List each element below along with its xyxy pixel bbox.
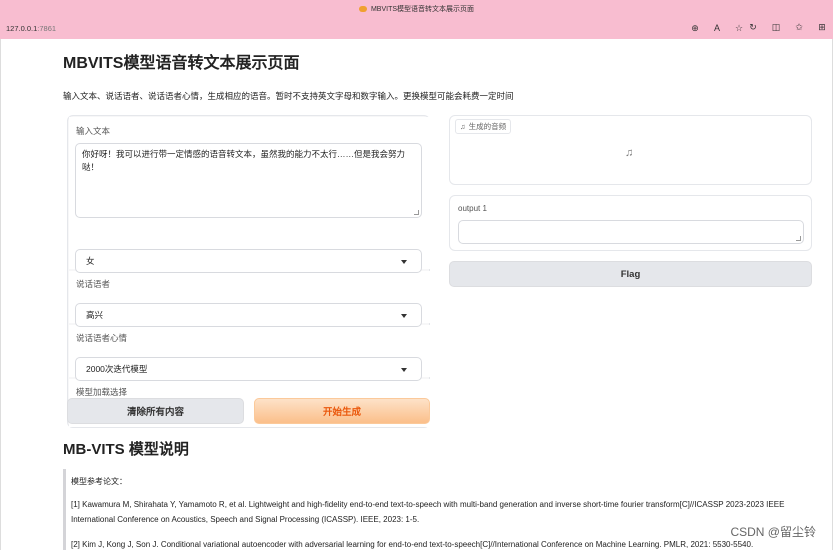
docs-heading: MB-VITS 模型说明 [63, 441, 189, 458]
model-select[interactable]: 2000次迭代模型 [75, 357, 422, 381]
browser-title-bar: MBVITS模型语音转文本展示页面 [0, 0, 833, 17]
generate-button[interactable]: 开始生成 [254, 398, 430, 424]
clear-all-button[interactable]: 清除所有内容 [67, 398, 244, 424]
favorite-star-icon[interactable]: ☆ [732, 21, 746, 35]
references-block: 模型参考论文： [1] Kawamura M, Shirahata Y, Yam… [63, 469, 823, 550]
browser-toolbar: ↻ ◫ ✩ ⊞ [746, 20, 829, 34]
text-input-field[interactable]: 你好呀！我可以进行带一定情感的语音转文本，虽然我的能力不太行……但是我会努力哒！ [75, 143, 422, 218]
model-select-value: 2000次迭代模型 [86, 364, 148, 374]
split-screen-icon[interactable]: ◫ [769, 20, 783, 34]
page-favicon-icon [358, 5, 367, 12]
model-label: 模型加载选择 [76, 387, 128, 397]
mood-label: 说话语者心情 [76, 333, 128, 343]
watermark: CSDN @留尘铃 [730, 525, 816, 539]
chevron-down-icon [401, 260, 407, 264]
resize-handle-icon[interactable] [796, 236, 801, 241]
read-aloud-icon[interactable]: A [710, 21, 724, 35]
speaker-select-value: 女 [86, 256, 95, 266]
mood-select-value: 高兴 [86, 310, 104, 320]
text-output-panel: output 1 [449, 195, 812, 251]
audio-output-label: ♫ 生成的音频 [455, 119, 512, 134]
collections-icon[interactable]: ⊞ [815, 20, 829, 34]
reference-1-line-2: International Conference on Acoustics, S… [71, 515, 420, 524]
page-body: MBVITS模型语音转文本展示页面 输入文本、说话语者、说话语者心情，生成相应的… [0, 39, 833, 550]
music-note-icon: ♫ [460, 122, 466, 131]
references-title: 模型参考论文： [71, 477, 127, 486]
tab-title[interactable]: MBVITS模型语音转文本展示页面 [371, 4, 474, 14]
output-1-label: output 1 [458, 204, 487, 213]
zoom-icon[interactable]: ⊕ [688, 21, 702, 35]
url-host: 127.0.0.1 [6, 23, 38, 33]
refresh-icon[interactable]: ↻ [746, 20, 760, 34]
chevron-down-icon [401, 368, 407, 372]
speaker-label: 说话语者 [76, 279, 111, 289]
text-input-value: 你好呀！我可以进行带一定情感的语音转文本，虽然我的能力不太行……但是我会努力哒！ [82, 149, 406, 172]
page-title: MBVITS模型语音转文本展示页面 [63, 55, 300, 72]
audio-output-label-text: 生成的音频 [468, 122, 507, 131]
chevron-down-icon [401, 314, 407, 318]
page-description: 输入文本、说话语者、说话语者心情，生成相应的语音。暂时不支持英文字母和数字输入。… [63, 91, 514, 101]
mood-select[interactable]: 高兴 [75, 303, 422, 327]
audio-output-panel: ♫ 生成的音频 ♫ [449, 115, 812, 185]
reference-1-line-1: [1] Kawamura M, Shirahata Y, Yamamoto R,… [71, 500, 785, 509]
favorites-icon[interactable]: ✩ [792, 20, 806, 34]
flag-button[interactable]: Flag [449, 261, 812, 287]
output-1-field[interactable] [458, 220, 804, 244]
text-input-label: 输入文本 [76, 126, 111, 136]
resize-handle-icon[interactable] [414, 210, 419, 215]
url-port: :7861 [37, 23, 57, 33]
address-bar: 127.0.0.1:7861 ⊕ A ☆ ↻ ◫ ✩ ⊞ [0, 17, 833, 39]
speaker-select[interactable]: 女 [75, 249, 422, 273]
reference-2: [2] Kim J, Kong J, Son J. Conditional va… [71, 540, 754, 549]
url-field[interactable]: 127.0.0.1:7861 [6, 24, 56, 33]
address-bar-icons: ⊕ A ☆ [688, 21, 746, 35]
music-placeholder-icon: ♫ [625, 147, 634, 159]
